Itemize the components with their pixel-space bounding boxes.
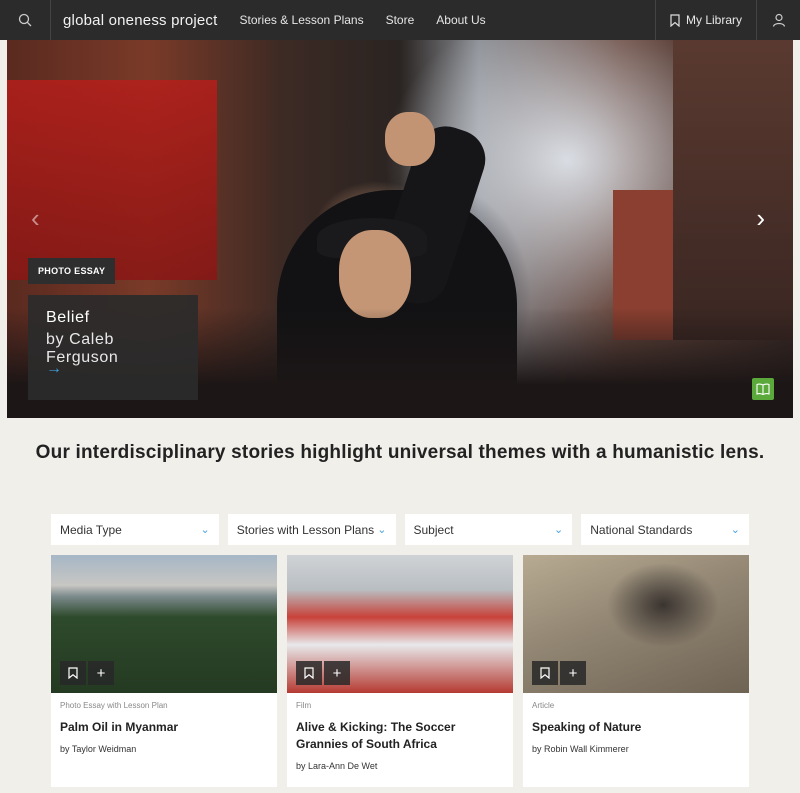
nav-link-stories[interactable]: Stories & Lesson Plans (240, 13, 364, 27)
nav-right: My Library (654, 0, 800, 40)
story-author: by Robin Wall Kimmerer (532, 744, 629, 754)
bookmark-icon[interactable] (60, 661, 86, 685)
card-actions: + (60, 661, 114, 685)
filter-lesson-plans[interactable]: Stories with Lesson Plans ⌄ (227, 514, 396, 545)
bookmark-icon[interactable] (296, 661, 322, 685)
story-grid: + Photo Essay with Lesson Plan Palm Oil … (51, 555, 749, 787)
card-actions: + (296, 661, 350, 685)
plus-icon[interactable]: + (88, 661, 114, 685)
story-card[interactable]: + Film Alive & Kicking: The Soccer Grann… (287, 555, 513, 787)
hero-caption-card[interactable]: Belief by Caleb Ferguson → (28, 295, 198, 400)
hero-type-badge: PHOTO ESSAY (28, 258, 116, 284)
my-library-label: My Library (685, 13, 742, 27)
brand-logo[interactable]: global oneness project (63, 12, 218, 29)
card-actions: + (532, 661, 586, 685)
hero-bg-building (673, 40, 793, 340)
plus-icon[interactable]: + (324, 661, 350, 685)
story-card-body: Photo Essay with Lesson Plan Palm Oil in… (51, 693, 277, 762)
carousel-next-icon[interactable]: › (756, 205, 765, 231)
chevron-down-icon: ⌄ (377, 524, 387, 536)
story-title[interactable]: Alive & Kicking: The Soccer Grannies of … (296, 719, 504, 753)
chevron-down-icon: ⌄ (730, 524, 740, 536)
story-title[interactable]: Palm Oil in Myanmar (60, 719, 268, 736)
story-card[interactable]: + Article Speaking of Nature by Robin Wa… (523, 555, 749, 787)
filter-label: National Standards (590, 522, 693, 537)
search-button[interactable] (0, 0, 51, 40)
story-card-body: Film Alive & Kicking: The Soccer Grannie… (287, 693, 513, 779)
story-author: by Lara-Ann De Wet (296, 761, 378, 771)
arrow-right-icon[interactable]: → (46, 360, 62, 378)
story-thumbnail[interactable]: + (51, 555, 277, 693)
top-nav: global oneness project Stories & Lesson … (0, 0, 800, 40)
hero-author: by Caleb Ferguson (46, 331, 119, 366)
hero-figure-face (339, 230, 411, 318)
hero-title: Belief (46, 309, 90, 326)
chevron-down-icon: ⌄ (200, 524, 210, 536)
plus-icon[interactable]: + (560, 661, 586, 685)
chevron-down-icon: ⌄ (554, 524, 564, 536)
bookmark-icon (670, 13, 680, 27)
nav-link-store[interactable]: Store (386, 13, 415, 27)
filter-label: Stories with Lesson Plans (236, 522, 375, 537)
filter-media-type[interactable]: Media Type ⌄ (51, 514, 219, 545)
account-button[interactable] (756, 0, 800, 40)
filter-bar: Media Type ⌄ Stories with Lesson Plans ⌄… (51, 514, 749, 545)
page-tagline: Our interdisciplinary stories highlight … (35, 442, 765, 463)
carousel-prev-icon[interactable]: ‹ (31, 205, 40, 231)
search-icon (18, 13, 32, 27)
my-library-button[interactable]: My Library (654, 0, 756, 40)
hero-bg-sign (7, 80, 217, 280)
story-card[interactable]: + Photo Essay with Lesson Plan Palm Oil … (51, 555, 277, 787)
story-card-body: Article Speaking of Nature by Robin Wall… (523, 693, 749, 762)
filter-national-standards[interactable]: National Standards ⌄ (581, 514, 749, 545)
filter-label: Media Type (60, 522, 122, 537)
book-icon (752, 378, 774, 400)
filter-subject[interactable]: Subject ⌄ (404, 514, 573, 545)
story-author: by Taylor Weidman (60, 744, 137, 754)
story-thumbnail[interactable]: + (287, 555, 513, 693)
filter-label: Subject (413, 522, 454, 537)
story-title[interactable]: Speaking of Nature (532, 719, 740, 736)
story-thumbnail[interactable]: + (523, 555, 749, 693)
story-type: Photo Essay with Lesson Plan (60, 701, 168, 710)
story-type: Film (296, 701, 312, 710)
story-type: Article (532, 701, 555, 710)
nav-links: Stories & Lesson Plans Store About Us (240, 13, 486, 27)
user-icon (772, 13, 785, 27)
hero-carousel[interactable]: ‹ › PHOTO ESSAY Belief by Caleb Ferguson… (7, 40, 793, 418)
nav-link-about[interactable]: About Us (436, 13, 485, 27)
bookmark-icon[interactable] (532, 661, 558, 685)
hero-figure-fist (385, 112, 435, 166)
